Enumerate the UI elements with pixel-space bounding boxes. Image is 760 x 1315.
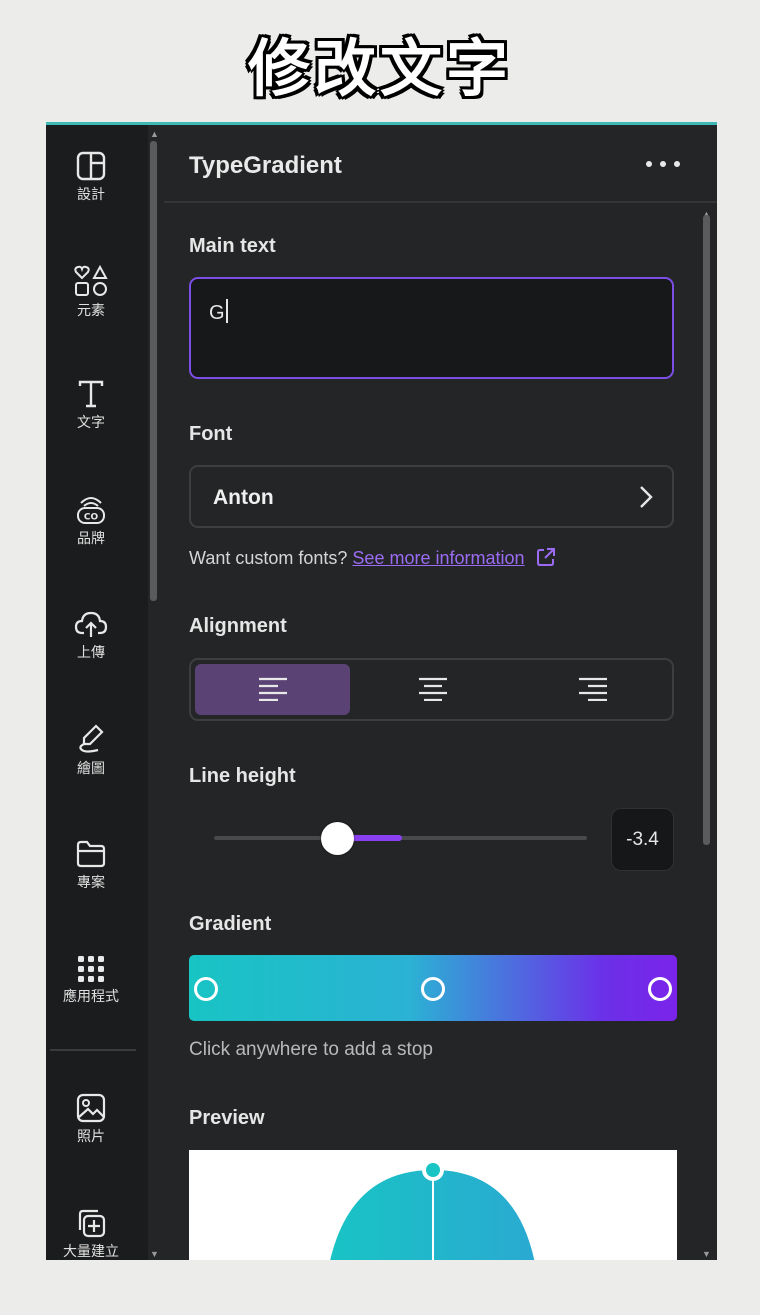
photo-icon — [76, 1093, 106, 1123]
custom-fonts-hint: Want custom fonts? See more information — [189, 547, 556, 569]
sidebar-item-apps[interactable]: 應用程式 — [46, 955, 136, 1006]
bulk-create-icon — [78, 1209, 106, 1238]
align-center-icon — [418, 677, 447, 701]
align-right-icon — [578, 677, 607, 701]
sidebar-item-label: 文字 — [77, 415, 105, 431]
sidebar-item-elements[interactable]: 元素 — [46, 265, 136, 320]
gradient-stop[interactable] — [648, 977, 672, 1001]
alignment-label: Alignment — [189, 615, 287, 637]
sidebar-item-projects[interactable]: 專案 — [46, 839, 136, 892]
line-height-label: Line height — [189, 765, 296, 787]
preview-canvas[interactable] — [189, 1150, 677, 1260]
sidebar-item-label: 元素 — [77, 303, 105, 319]
sidebar-rail: 設計 元素 文字 CO 品牌 上傳 繪圖 專案 應用程式 照片 大量建立 ▲ ▼ — [46, 125, 159, 1260]
sidebar-item-label: 品牌 — [77, 531, 105, 547]
panel-title: TypeGradient — [189, 152, 342, 179]
sidebar-item-text[interactable]: 文字 — [46, 379, 136, 432]
line-height-slider-thumb[interactable] — [321, 822, 354, 855]
sidebar-item-bulk-create[interactable]: 大量建立 — [46, 1208, 136, 1260]
folder-icon — [76, 840, 106, 868]
alignment-control — [189, 658, 674, 721]
panel-header: TypeGradient — [164, 125, 717, 203]
align-center-button[interactable] — [355, 664, 510, 715]
text-icon — [78, 380, 104, 408]
sidebar-item-label: 上傳 — [77, 645, 105, 661]
panel-scroll-down-icon[interactable]: ▼ — [702, 1249, 711, 1259]
main-text-input[interactable]: G — [189, 277, 674, 379]
svg-text:CO: CO — [84, 513, 99, 523]
gradient-label: Gradient — [189, 913, 272, 935]
sidebar-item-design[interactable]: 設計 — [46, 151, 136, 204]
font-label: Font — [189, 423, 233, 445]
gradient-hint: Click anywhere to add a stop — [189, 1039, 433, 1060]
main-text-value: G — [209, 302, 225, 324]
brand-icon: CO — [77, 497, 105, 524]
sidebar-item-label: 照片 — [77, 1129, 105, 1145]
custom-fonts-text: Want custom fonts? — [189, 548, 348, 568]
gradient-stop[interactable] — [194, 977, 218, 1001]
align-left-button[interactable] — [195, 664, 350, 715]
sidebar-item-draw[interactable]: 繪圖 — [46, 723, 136, 778]
font-select[interactable]: Anton — [189, 465, 674, 528]
more-options-icon[interactable] — [646, 159, 680, 169]
rail-scroll-up-icon[interactable]: ▲ — [150, 129, 159, 139]
main-text-label: Main text — [189, 235, 276, 257]
external-link-icon[interactable] — [536, 547, 556, 567]
video-caption: 修改文字 — [247, 32, 512, 105]
shapes-icon — [74, 265, 108, 296]
align-right-button[interactable] — [515, 664, 670, 715]
sidebar-item-photos[interactable]: 照片 — [46, 1093, 136, 1146]
sidebar-item-label: 專案 — [77, 875, 105, 891]
sidebar-divider — [50, 1049, 136, 1051]
editor-window: 設計 元素 文字 CO 品牌 上傳 繪圖 專案 應用程式 照片 大量建立 ▲ ▼… — [46, 122, 717, 1260]
gradient-stop[interactable] — [421, 977, 445, 1001]
draw-icon — [79, 724, 104, 753]
preview-shape — [330, 1159, 535, 1260]
layout-icon — [76, 151, 106, 181]
see-more-info-link[interactable]: See more information — [352, 548, 524, 568]
sidebar-item-label: 設計 — [77, 187, 105, 203]
sidebar-item-brand[interactable]: CO 品牌 — [46, 493, 136, 548]
cloud-upload-icon — [74, 611, 108, 637]
sidebar-item-label: 大量建立 — [63, 1244, 119, 1260]
preview-label: Preview — [189, 1107, 265, 1129]
app-panel: TypeGradient Main text G Font Anton Want… — [164, 125, 717, 1260]
text-caret — [225, 299, 228, 323]
rail-scroll-down-icon[interactable]: ▼ — [150, 1249, 159, 1259]
sidebar-item-label: 繪圖 — [77, 761, 105, 777]
sidebar-item-upload[interactable]: 上傳 — [46, 609, 136, 662]
line-height-value-input[interactable]: -3.4 — [611, 808, 674, 871]
chevron-right-icon — [640, 486, 653, 508]
align-left-icon — [258, 677, 287, 701]
font-value: Anton — [213, 486, 274, 509]
panel-scrollbar[interactable] — [703, 215, 710, 845]
gradient-bar[interactable] — [189, 955, 677, 1021]
sidebar-item-label: 應用程式 — [63, 989, 119, 1005]
sidebar-scrollbar[interactable] — [150, 141, 157, 601]
apps-grid-icon — [78, 956, 104, 982]
